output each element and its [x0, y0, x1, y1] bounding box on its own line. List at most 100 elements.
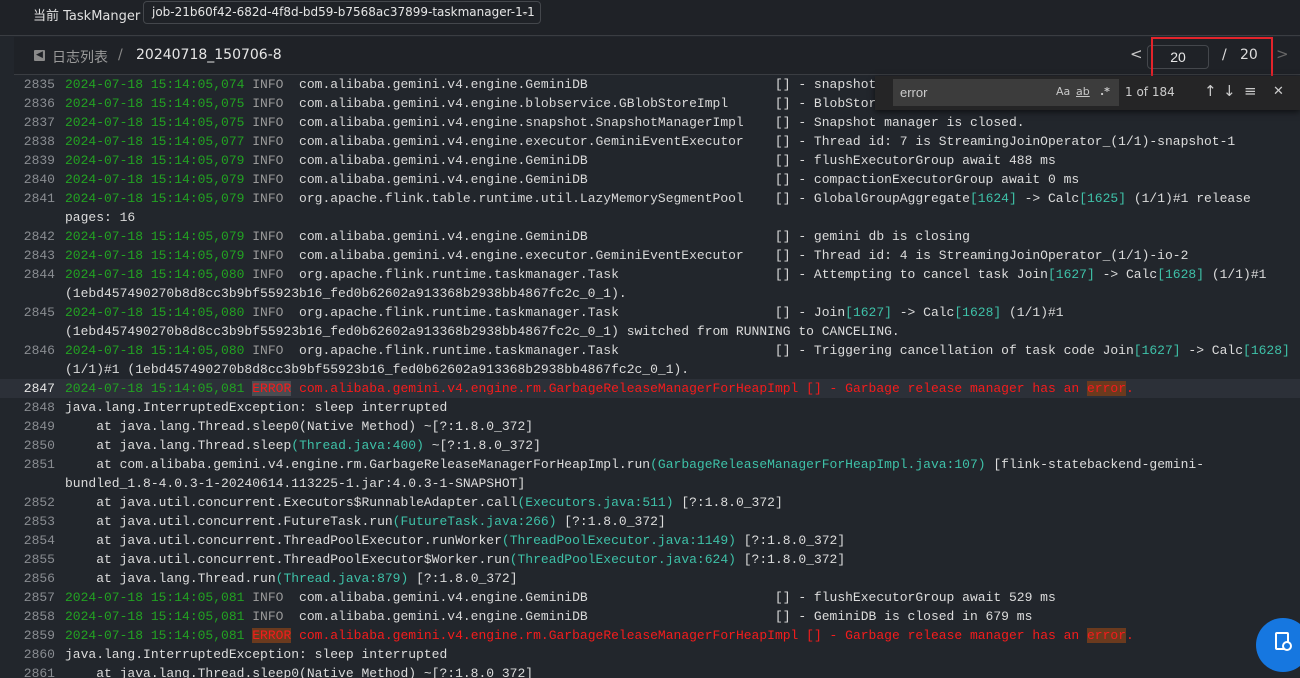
log-timestamp: 2024-07-18 15:14:05,079 [65, 229, 245, 244]
line-number: 2847 [23, 381, 55, 396]
log-message: at java.lang.Thread.sleep0(Native Method… [65, 666, 534, 678]
log-reference: [1624] [969, 191, 1017, 206]
taskmanager-bar: 当前 TaskManger : job-21b60f42-682d-4f8d-b… [0, 0, 1300, 36]
log-logger: com.alibaba.gemini.v4.engine.GeminiDB [299, 77, 588, 92]
log-line: 2856 at java.lang.Thread.run(Thread.java… [0, 569, 1300, 588]
next-page-button[interactable]: > [1276, 45, 1289, 63]
match-case-toggle[interactable]: Aa [1056, 85, 1070, 98]
log-reference: [1627] [1133, 343, 1181, 358]
log-message: at java.lang.Thread.sleep0(Native Method… [65, 419, 534, 434]
line-number: 2860 [23, 647, 55, 662]
log-logger: com.alibaba.gemini.v4.engine.executor.Ge… [299, 134, 744, 149]
close-icon[interactable]: ✕ [1273, 84, 1284, 99]
page-total: 20 [1240, 47, 1258, 63]
document-search-icon [1275, 632, 1292, 651]
log-message: -> Calc [1016, 191, 1080, 206]
line-number: 2852 [23, 495, 55, 510]
log-logger: com.alibaba.gemini.v4.engine.executor.Ge… [299, 248, 744, 263]
log-viewer[interactable]: 2835 2024-07-18 15:14:05,074 INFO com.ali… [0, 75, 1300, 678]
log-message: [] - flushExecutorGroup await 488 ms [774, 153, 1056, 168]
log-message: [] - Snapshot manager is closed. [774, 115, 1025, 130]
log-message: java.lang.InterruptedException: sleep in… [65, 400, 448, 415]
log-reference: (ThreadPoolExecutor.java:1149) [501, 533, 736, 548]
log-message: at java.util.concurrent.ThreadPoolExecut… [65, 533, 502, 548]
log-timestamp: 2024-07-18 15:14:05,075 [65, 96, 245, 111]
log-message: at java.lang.Thread.run [65, 571, 276, 586]
search-match: error [1087, 628, 1127, 643]
arrow-down-icon[interactable]: ↓ [1223, 82, 1236, 100]
log-timestamp: 2024-07-18 15:14:05,081 [65, 628, 245, 643]
line-number: 2856 [23, 571, 55, 586]
line-number: 2840 [23, 172, 55, 187]
log-logger: com.alibaba.gemini.v4.engine.GeminiDB [299, 609, 588, 624]
log-error-text: . [1126, 381, 1134, 396]
back-icon[interactable]: ◀ [34, 50, 45, 61]
line-number: 2848 [23, 400, 55, 415]
log-reference: (GarbageReleaseManagerForHeapImpl.java:1… [650, 457, 986, 472]
log-message: [?:1.8.0_372] [735, 552, 846, 567]
log-message: [] - Thread id: 4 is StreamingJoinOperat… [774, 248, 1189, 263]
log-reference: (ThreadPoolExecutor.java:624) [509, 552, 736, 567]
log-reference: (Executors.java:511) [517, 495, 674, 510]
log-line: 2846 2024-07-18 15:14:05,080 INFO org.apa… [0, 341, 1300, 379]
log-message: [?:1.8.0_372] [673, 495, 783, 510]
find-widget: Aa ab .* 1 of 184 ↑ ↓ ≡ ✕ [875, 76, 1300, 110]
log-logger: com.alibaba.gemini.v4.engine.GeminiDB [299, 590, 588, 605]
log-message: -> Calc [891, 305, 955, 320]
log-message: at java.lang.Thread.sleep [65, 438, 292, 453]
log-timestamp: 2024-07-18 15:14:05,080 [65, 343, 245, 358]
line-number: 2849 [23, 419, 55, 434]
breadcrumb-log-list[interactable]: 日志列表 [52, 47, 108, 67]
prev-page-button[interactable]: < [1130, 45, 1143, 63]
log-logger: com.alibaba.gemini.v4.engine.GeminiDB [299, 172, 588, 187]
log-level: INFO [244, 96, 300, 111]
log-timestamp: 2024-07-18 15:14:05,077 [65, 134, 245, 149]
arrow-up-icon[interactable]: ↑ [1204, 82, 1217, 100]
log-line: 2848 java.lang.InterruptedException: slee… [0, 398, 1300, 417]
line-number: 2851 [23, 457, 55, 472]
log-line: 2837 2024-07-18 15:14:05,075 INFO com.ali… [0, 113, 1300, 132]
log-line: 2854 at java.util.concurrent.ThreadPoolE… [0, 531, 1300, 550]
line-number: 2858 [23, 609, 55, 624]
log-level: INFO [244, 267, 300, 282]
log-line: 2841 2024-07-18 15:14:05,079 INFO org.apa… [0, 189, 1300, 227]
log-reference: (Thread.java:879) [275, 571, 409, 586]
log-logger: org.apache.flink.runtime.taskmanager.Tas… [299, 343, 619, 358]
log-message: [] - Thread id: 7 is StreamingJoinOperat… [774, 134, 1236, 149]
page-separator: / [1222, 47, 1227, 63]
log-line: 2849 at java.lang.Thread.sleep0(Native M… [0, 417, 1300, 436]
log-message: java.lang.InterruptedException: sleep in… [65, 647, 448, 662]
page-number-input[interactable] [1147, 45, 1209, 69]
line-number: 2835 [23, 77, 55, 92]
log-line: 2838 2024-07-18 15:14:05,077 INFO com.ali… [0, 132, 1300, 151]
line-number: 2845 [23, 305, 55, 320]
log-level: INFO [244, 115, 300, 130]
log-line: 2860 java.lang.InterruptedException: slee… [0, 645, 1300, 664]
log-level: INFO [244, 609, 300, 624]
find-in-selection-icon[interactable]: ≡ [1244, 82, 1257, 100]
search-match: ERROR [252, 381, 292, 396]
log-line: 2852 at java.util.concurrent.Executors$R… [0, 493, 1300, 512]
log-logger: org.apache.flink.table.runtime.util.Lazy… [299, 191, 744, 206]
log-level: INFO [244, 172, 300, 187]
log-message: [?:1.8.0_372] [408, 571, 518, 586]
log-level: INFO [244, 153, 300, 168]
log-message: [?:1.8.0_372] [735, 533, 846, 548]
search-match: error [1087, 381, 1127, 396]
log-error-text: . [1126, 628, 1134, 643]
taskmanager-select[interactable]: job-21b60f42-682d-4f8d-bd59-b7568ac37899… [143, 1, 541, 24]
log-timestamp: 2024-07-18 15:14:05,075 [65, 115, 245, 130]
log-timestamp: 2024-07-18 15:14:05,079 [65, 172, 245, 187]
log-line: 2843 2024-07-18 15:14:05,079 INFO com.ali… [0, 246, 1300, 265]
log-line: 2842 2024-07-18 15:14:05,079 INFO com.ali… [0, 227, 1300, 246]
log-reference: [1628] [954, 305, 1002, 320]
regex-toggle[interactable]: .* [1100, 85, 1110, 98]
log-line: 2844 2024-07-18 15:14:05,080 INFO org.apa… [0, 265, 1300, 303]
log-logger: com.alibaba.gemini.v4.engine.blobservice… [299, 96, 729, 111]
line-number: 2836 [23, 96, 55, 111]
log-logger: org.apache.flink.runtime.taskmanager.Tas… [299, 305, 619, 320]
line-number: 2842 [23, 229, 55, 244]
taskmanager-label: 当前 TaskManger : [33, 9, 149, 24]
log-message: at java.util.concurrent.ThreadPoolExecut… [65, 552, 510, 567]
whole-word-toggle[interactable]: ab [1076, 85, 1090, 98]
